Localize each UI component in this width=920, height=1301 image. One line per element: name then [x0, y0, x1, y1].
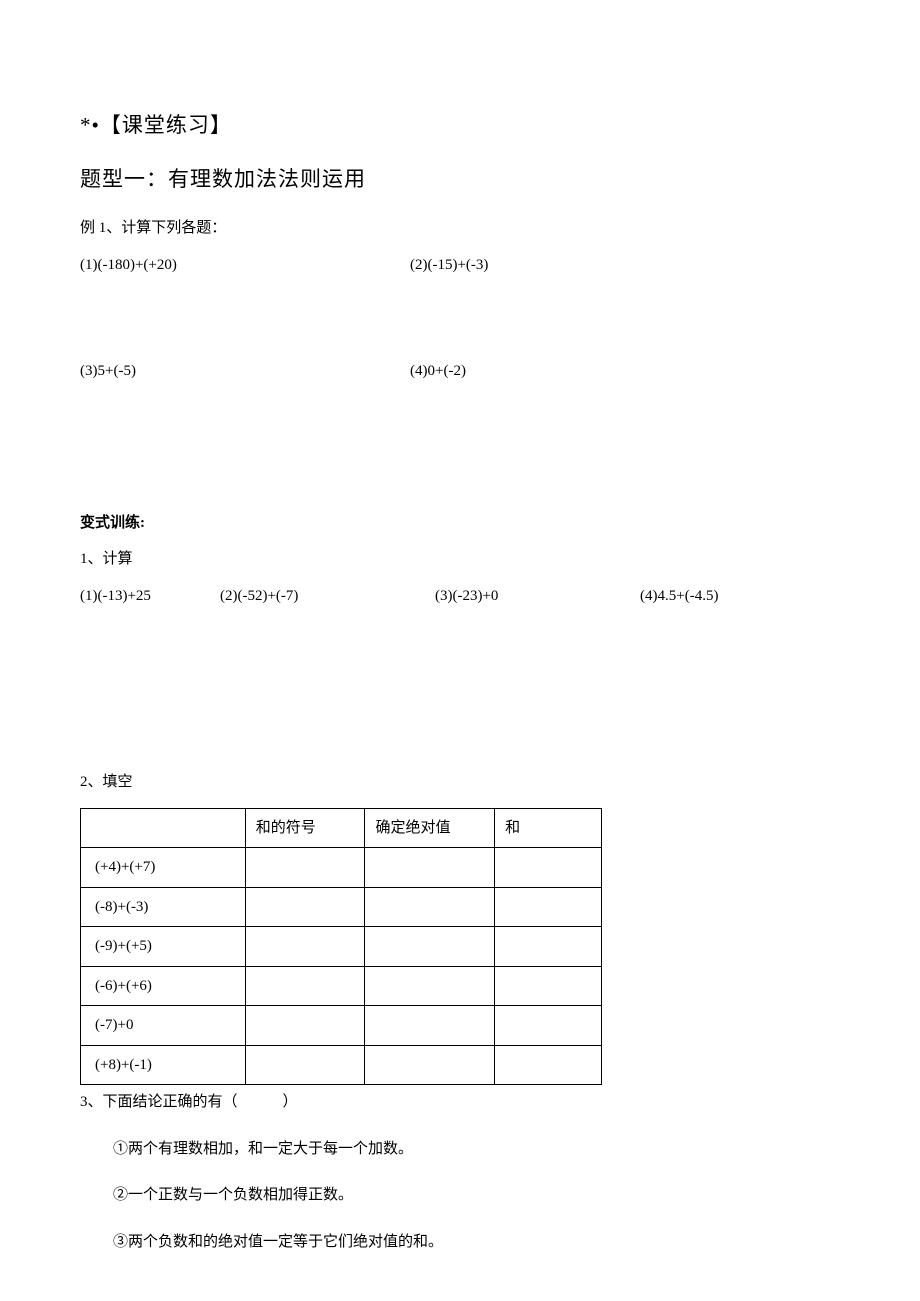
q3-statement-2: ②一个正数与一个负数相加得正数。: [80, 1184, 840, 1207]
table-row: (-9)+(+5): [81, 927, 602, 967]
q1-item-4: (4)4.5+(-4.5): [640, 585, 718, 608]
table-row: (+4)+(+7): [81, 848, 602, 888]
q1-title: 1、计算: [80, 548, 840, 571]
q1-item-1: (1)(-13)+25: [80, 585, 220, 608]
row-label: (-9)+(+5): [81, 927, 246, 967]
cell: [245, 848, 365, 888]
cell: [365, 966, 495, 1006]
cell: [365, 887, 495, 927]
q1-item-3: (3)(-23)+0: [435, 585, 640, 608]
example1-item-4: (4)0+(-2): [410, 360, 466, 383]
table-row: (-7)+0: [81, 1006, 602, 1046]
cell: [495, 1045, 602, 1085]
q2-title: 2、填空: [80, 771, 840, 794]
cell: [245, 1045, 365, 1085]
table-header-row: 和的符号 确定绝对值 和: [81, 808, 602, 848]
q1-item-2: (2)(-52)+(-7): [220, 585, 435, 608]
header-cell-0: [81, 808, 246, 848]
cell: [495, 848, 602, 888]
section-heading: *•【课堂练习】: [80, 110, 840, 142]
cell: [245, 1006, 365, 1046]
q3-statement-1: ①两个有理数相加，和一定大于每一个加数。: [80, 1138, 840, 1161]
cell: [365, 848, 495, 888]
row-label: (-8)+(-3): [81, 887, 246, 927]
q3-statement-3: ③两个负数和的绝对值一定等于它们绝对值的和。: [80, 1231, 840, 1254]
example1-item-2: (2)(-15)+(-3): [410, 254, 488, 277]
row-label: (-7)+0: [81, 1006, 246, 1046]
variation-title: 变式训练:: [80, 512, 840, 535]
header-cell-1: 和的符号: [245, 808, 365, 848]
table-row: (-6)+(+6): [81, 966, 602, 1006]
subsection-heading: 题型一：有理数加法法则运用: [80, 164, 840, 196]
fill-table: 和的符号 确定绝对值 和 (+4)+(+7) (-8)+(-3) (-9)+(+…: [80, 808, 602, 1086]
table-row: (-8)+(-3): [81, 887, 602, 927]
cell: [245, 966, 365, 1006]
cell: [245, 927, 365, 967]
q3-title: 3、下面结论正确的有（ ）: [80, 1091, 840, 1114]
cell: [365, 1045, 495, 1085]
example1-item-3: (3)5+(-5): [80, 360, 410, 383]
example1-item-1: (1)(-180)+(+20): [80, 254, 410, 277]
cell: [365, 1006, 495, 1046]
cell: [245, 887, 365, 927]
cell: [495, 1006, 602, 1046]
cell: [365, 927, 495, 967]
row-label: (+8)+(-1): [81, 1045, 246, 1085]
cell: [495, 927, 602, 967]
header-cell-3: 和: [495, 808, 602, 848]
example1-title: 例 1、计算下列各题：: [80, 217, 840, 240]
cell: [495, 966, 602, 1006]
header-cell-2: 确定绝对值: [365, 808, 495, 848]
table-row: (+8)+(-1): [81, 1045, 602, 1085]
cell: [495, 887, 602, 927]
row-label: (+4)+(+7): [81, 848, 246, 888]
row-label: (-6)+(+6): [81, 966, 246, 1006]
